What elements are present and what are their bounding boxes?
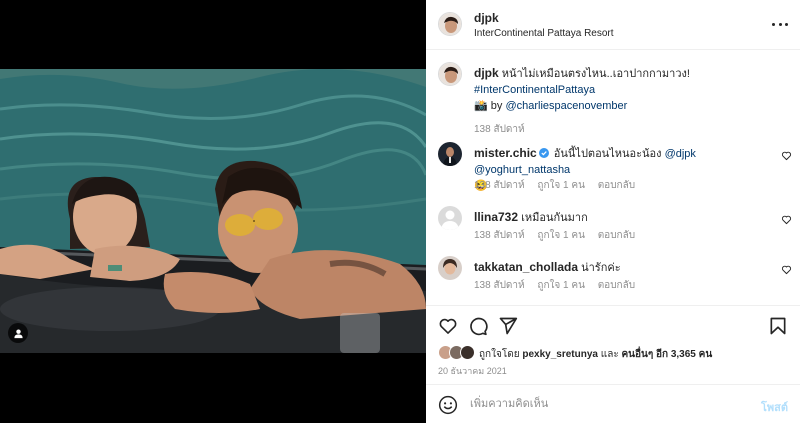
reply-button[interactable]: ตอบกลับ xyxy=(598,230,635,241)
caption-avatar[interactable] xyxy=(438,62,462,86)
comment-meta: 138 สัปดาห์ ถูกใจ 1 คน ตอบกลับ xyxy=(474,278,645,293)
comment-text: llina732 เหมือนกันมาก xyxy=(474,209,774,226)
comment-item: takkatan_chollada น่ารักค่ะ 138 สัปดาห์ … xyxy=(438,256,792,296)
caption-username[interactable]: djpk xyxy=(474,66,499,80)
caption-hashtag[interactable]: #InterContinentalPattaya xyxy=(474,84,595,96)
likes-text: ถูกใจโดย pexky_sretunya และ คนอื่นๆ อีก … xyxy=(479,349,713,360)
caption-by: by xyxy=(490,100,503,112)
comment-input[interactable] xyxy=(470,394,740,414)
reply-button[interactable]: ตอบกลับ xyxy=(598,180,635,191)
comment-likes[interactable]: ถูกใจ 1 คน xyxy=(537,180,585,191)
comment-time[interactable]: 138 สัปดาห์ xyxy=(474,280,525,291)
comment-text: takkatan_chollada น่ารักค่ะ xyxy=(474,259,774,276)
caption-credit-mention[interactable]: @charliespacenovember xyxy=(505,100,627,112)
comment-username[interactable]: llina732 xyxy=(474,210,518,224)
person-tag-icon xyxy=(13,328,23,338)
post-media xyxy=(0,0,426,423)
author-avatar[interactable] xyxy=(438,12,462,36)
post-sidebar: djpk InterContinental Pattaya Resort djp… xyxy=(426,0,800,423)
post-comment-button[interactable]: โพสต์ xyxy=(761,398,788,416)
post-location[interactable]: InterContinental Pattaya Resort xyxy=(474,28,614,39)
heart-icon[interactable] xyxy=(438,316,458,336)
instagram-post-modal: djpk InterContinental Pattaya Resort djp… xyxy=(0,0,800,423)
comment-body: น่ารักค่ะ xyxy=(581,262,621,274)
caption-body: หน้าไม่เหมือนตรงไหน..เอาปากกามาวง! xyxy=(501,68,690,80)
likes-summary: ถูกใจโดย pexky_sretunya และ คนอื่นๆ อีก … xyxy=(426,345,800,365)
caption-time[interactable]: 138 สัปดาห์ xyxy=(474,122,525,137)
comment-avatar[interactable] xyxy=(438,256,462,280)
comment-username[interactable]: mister.chic xyxy=(474,146,537,160)
liker-username[interactable]: pexky_sretunya xyxy=(522,349,598,360)
heart-icon[interactable] xyxy=(781,264,792,275)
heart-icon[interactable] xyxy=(781,150,792,161)
comment-time[interactable]: 138 สัปดาห์ xyxy=(474,180,525,191)
author-username[interactable]: djpk xyxy=(474,11,499,25)
emoji-icon[interactable] xyxy=(438,395,458,415)
comment-item: llina732 เหมือนกันมาก 138 สัปดาห์ ถูกใจ … xyxy=(438,206,792,246)
post-actions-bar xyxy=(426,305,800,347)
likes-count[interactable]: คนอื่นๆ อีก 3,365 คน xyxy=(621,349,712,360)
comment-item: mister.chic อันนี้ไปตอนไหนอะน้อง @djpk @… xyxy=(438,142,792,192)
comment-icon[interactable] xyxy=(468,316,488,336)
comment-likes[interactable]: ถูกใจ 1 คน xyxy=(537,280,585,291)
comment-time[interactable]: 138 สัปดาห์ xyxy=(474,230,525,241)
comment-avatar[interactable] xyxy=(438,142,462,166)
comment-mention[interactable]: @djpk xyxy=(665,148,696,160)
comment-likes[interactable]: ถูกใจ 1 คน xyxy=(537,230,585,241)
comment-username[interactable]: takkatan_chollada xyxy=(474,260,578,274)
heart-icon[interactable] xyxy=(781,214,792,225)
comment-mention[interactable]: @yoghurt_nattasha xyxy=(474,164,570,176)
comments-list: djpk หน้าไม่เหมือนตรงไหน..เอาปากกามาวง! … xyxy=(426,50,800,305)
more-dots-icon[interactable] xyxy=(772,16,788,32)
comment-body: อันนี้ไปตอนไหนอะน้อง xyxy=(553,148,662,160)
reply-button[interactable]: ตอบกลับ xyxy=(598,280,635,291)
caption-text: djpk หน้าไม่เหมือนตรงไหน..เอาปากกามาวง! … xyxy=(474,65,789,114)
post-photo[interactable] xyxy=(0,69,426,353)
tagged-people-button[interactable] xyxy=(8,323,28,343)
post-header: djpk InterContinental Pattaya Resort xyxy=(426,0,800,50)
share-icon[interactable] xyxy=(498,316,518,336)
verified-badge-icon xyxy=(538,148,549,158)
camera-emoji: 📸 xyxy=(474,100,488,112)
bookmark-icon[interactable] xyxy=(768,316,788,336)
comment-meta: 138 สัปดาห์ ถูกใจ 1 คน ตอบกลับ xyxy=(474,178,645,193)
comment-body: เหมือนกันมาก xyxy=(521,212,588,224)
post-date[interactable]: 20 ธันวาคม 2021 xyxy=(438,364,507,378)
add-comment-bar: โพสต์ xyxy=(426,384,800,423)
comment-meta: 138 สัปดาห์ ถูกใจ 1 คน ตอบกลับ xyxy=(474,228,645,243)
likers-avatars[interactable] xyxy=(438,345,478,361)
comment-avatar[interactable] xyxy=(438,206,462,230)
